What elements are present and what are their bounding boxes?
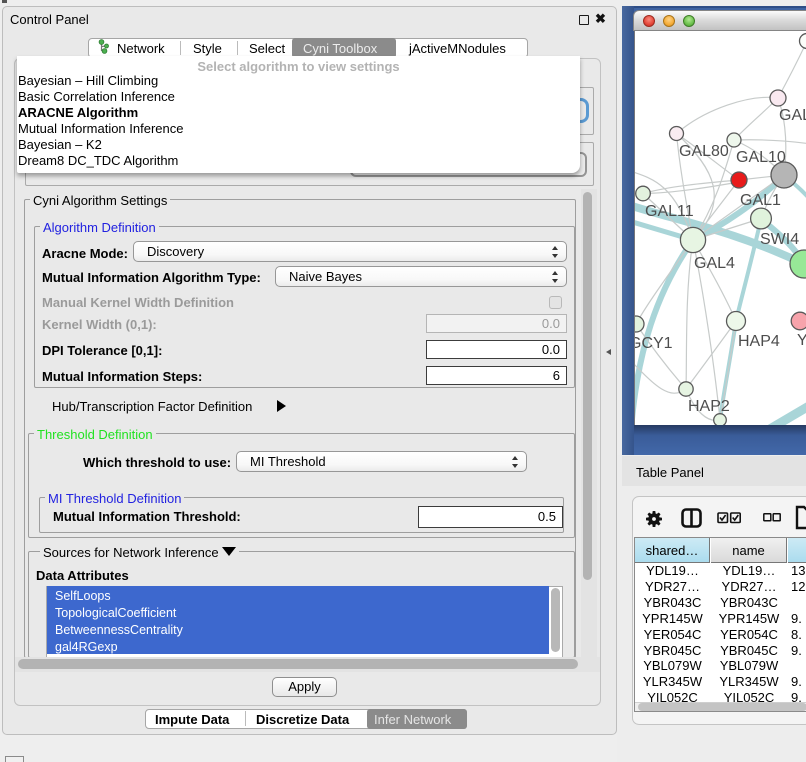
svg-text:HAP4: HAP4 — [738, 333, 780, 350]
svg-text:SWI4: SWI4 — [760, 231, 799, 248]
svg-text:GAL11: GAL11 — [645, 203, 694, 220]
svg-text:HAP2: HAP2 — [688, 398, 730, 415]
svg-text:GAL1: GAL1 — [740, 192, 781, 209]
svg-text:GAL80: GAL80 — [679, 143, 729, 160]
svg-text:YJ: YJ — [797, 332, 806, 349]
svg-text:GAL4: GAL4 — [694, 255, 735, 272]
svg-text:GAL7: GAL7 — [779, 107, 806, 124]
svg-text:GCY1: GCY1 — [635, 335, 673, 352]
svg-text:GAL10: GAL10 — [736, 149, 786, 166]
